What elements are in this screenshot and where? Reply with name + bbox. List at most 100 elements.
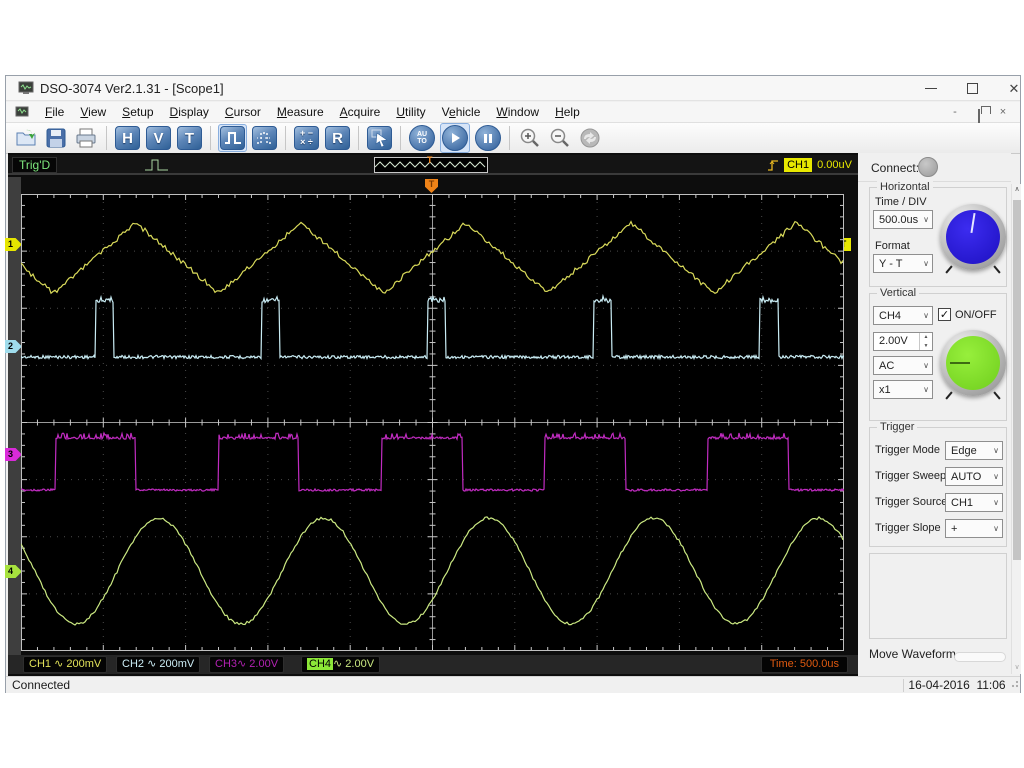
ch4-label[interactable]: CH4 ∿ 2.00V [301,656,381,673]
mdi-restore-button[interactable] [972,106,986,123]
maximize-button[interactable] [958,79,988,98]
toolbar-separator [106,126,107,150]
time-per-div-label: Time: 500.0us [760,656,848,673]
connect-label: Connect: [871,161,920,175]
control-panel: Connect: Horizontal Time / DIV 500.0us ∨ … [858,153,1011,676]
trigger-source-select[interactable]: CH1 ∨ [945,493,1003,512]
vertical-group: Vertical CH4 ∨ ✓ ON/OFF 2.00V ▲ ▼ AC ∨ x1 ∨ [869,287,1007,421]
pause-button[interactable] [475,125,501,151]
scrollbar-thumb[interactable] [1013,200,1021,560]
menu-cursor[interactable]: Cursor [217,103,269,121]
mdi-close-button[interactable]: × [996,106,1010,118]
auto-setup-button[interactable]: AU TO [409,125,435,151]
ch2-label[interactable]: CH2 ∿ 200mV [116,656,201,673]
app-window: DSO-3074 Ver2.1.31 - [Scope1] ✕ File View… [5,75,1021,693]
format-select[interactable]: Y - T ∨ [873,254,933,273]
scroll-up-icon[interactable]: ∧ [1012,184,1022,196]
save-button[interactable] [43,126,69,150]
trigger-mode-select[interactable]: Edge ∨ [945,441,1003,460]
spin-up-icon[interactable]: ▲ [920,333,932,342]
chevron-down-icon: ∨ [923,215,929,224]
onoff-checkbox[interactable]: ✓ ON/OFF [938,308,997,321]
mdi-window-buttons: - × [948,106,1020,123]
reference-button[interactable]: R [325,126,350,150]
menu-setup[interactable]: Setup [114,103,161,121]
math-button[interactable]: + − × ÷ [294,126,319,150]
horizontal-settings-button[interactable]: H [115,126,140,150]
vertical-knob[interactable] [940,330,1006,396]
menu-file[interactable]: File [37,103,72,121]
chevron-down-icon: ∨ [993,498,999,507]
move-waveform-slider[interactable] [954,652,1006,662]
chevron-down-icon: ∨ [993,446,999,455]
restore-icon [978,109,980,123]
trigger-source-label: Trigger Source [875,496,948,508]
vertical-channel-select[interactable]: CH4 ∨ [873,306,933,325]
connect-row: Connect: [858,153,1011,182]
run-button[interactable] [442,125,468,151]
trigger-group-title: Trigger [877,421,918,433]
refresh-button[interactable] [577,126,603,150]
knob-pointer [970,212,976,234]
minimize-button[interactable] [916,79,946,98]
scope-display: Trig'D T CH1 0.00uV 1 2 3 4 T T [5,153,858,676]
menu-utility[interactable]: Utility [388,103,433,121]
spin-down-icon[interactable]: ▼ [920,342,932,351]
time-div-select[interactable]: 500.0us ∨ [873,210,933,229]
ch1-label[interactable]: CH1 ∿ 200mV [23,656,108,673]
menu-help[interactable]: Help [547,103,588,121]
close-button[interactable]: ✕ [999,79,1024,98]
horizontal-group: Horizontal Time / DIV 500.0us ∨ Format Y … [869,181,1007,287]
open-button[interactable] [13,126,39,150]
vertical-settings-button[interactable]: V [146,126,171,150]
menu-view[interactable]: View [72,103,114,121]
toolbar-separator [509,126,510,150]
trigger-time-marker[interactable]: T [425,179,438,193]
vertical-scale-spinner[interactable]: 2.00V ▲ ▼ [873,332,933,351]
menu-vehicle[interactable]: Vehicle [434,103,489,121]
title-bar: DSO-3074 Ver2.1.31 - [Scope1] ✕ [6,76,1020,101]
print-button[interactable] [73,126,99,150]
resize-grip[interactable] [1010,681,1018,689]
trigger-group: Trigger Trigger Mode Edge ∨ Trigger Sweep… [869,421,1007,547]
coupling-select[interactable]: AC ∨ [873,356,933,375]
window-title: DSO-3074 Ver2.1.31 - [Scope1] [40,81,224,96]
probe-select[interactable]: x1 ∨ [873,380,933,399]
app-icon [18,81,34,95]
cursor-button[interactable] [367,126,392,150]
horizontal-group-title: Horizontal [877,181,933,193]
format-label: Format [875,240,910,252]
trigger-settings-button[interactable]: T [177,126,202,150]
ch3-label[interactable]: CH3∿ 2.00V [209,656,285,673]
connection-status: Connected [12,678,71,692]
menu-window[interactable]: Window [488,103,547,121]
zoom-in-button[interactable] [517,126,543,150]
pulse-waveform-button[interactable] [220,126,245,150]
knob-pointer [950,362,970,364]
trigger-sweep-select[interactable]: AUTO ∨ [945,467,1003,486]
trigger-status: Trig'D [12,157,58,173]
spinner-buttons[interactable]: ▲ ▼ [919,333,932,350]
horizontal-knob[interactable] [940,204,1006,270]
connect-indicator[interactable] [918,157,938,177]
preview-trigger-marker[interactable]: T [427,155,433,165]
menu-display[interactable]: Display [162,103,217,121]
waveform-preview[interactable]: T [374,155,488,173]
panel-scrollbar[interactable]: ∧ ∨ [1011,184,1021,674]
pulse-reference-button[interactable] [252,126,277,150]
chevron-down-icon: ∨ [923,311,929,320]
toolbar-separator [400,126,401,150]
scroll-down-icon[interactable]: ∨ [1012,662,1022,674]
document-icon [15,106,29,118]
toolbar: H V T + − × ÷ R AU TO [6,123,1020,154]
menu-acquire[interactable]: Acquire [332,103,389,121]
trigger-slope-select[interactable]: + ∨ [945,519,1003,538]
zoom-out-button[interactable] [547,126,573,150]
menu-measure[interactable]: Measure [269,103,332,121]
menu-items: File View Setup Display Cursor Measure Acquire… [37,103,588,121]
toolbar-separator [358,126,359,150]
move-waveform-label: Move Waveform [869,647,956,661]
vertical-knob-face [946,336,1000,390]
chevron-down-icon: ∨ [923,259,929,268]
mdi-minimize-button[interactable]: - [948,106,962,118]
